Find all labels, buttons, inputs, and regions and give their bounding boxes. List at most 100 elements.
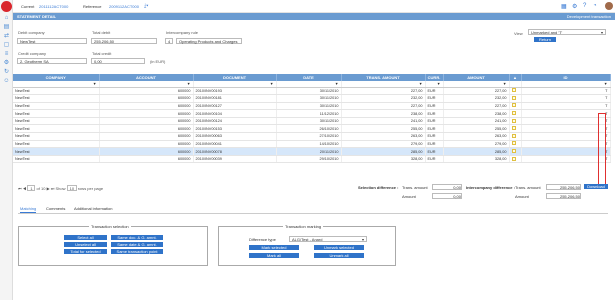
- transaction-marking-title: Transaction marking: [283, 224, 324, 229]
- reference-ref-link[interactable]: 2009112ACT000: [109, 4, 139, 9]
- rows-per-page-label: rows per page: [77, 186, 104, 191]
- row-checkbox[interactable]: [509, 94, 522, 103]
- col-account[interactable]: ACCOUNT: [99, 74, 194, 81]
- col-sort[interactable]: ▲: [509, 74, 522, 81]
- refresh-icon[interactable]: ↻: [3, 69, 10, 75]
- checkbox[interactable]: [511, 141, 516, 146]
- row-checkbox[interactable]: [509, 132, 522, 141]
- row-checkbox[interactable]: [509, 102, 522, 111]
- row-checkbox[interactable]: [509, 147, 522, 156]
- table-row[interactable]: NewTest 600000 2010/INV00039 29/10/2010 328,…: [13, 155, 611, 164]
- checkbox[interactable]: [511, 118, 516, 123]
- table-row[interactable]: NewTest 600000 2010/INV00041 14/10/2010 279,…: [13, 140, 611, 149]
- cell-amount: 255,00: [443, 124, 510, 134]
- tab-comments[interactable]: Comments: [46, 205, 65, 213]
- ic-trans-amount-label: Trans. amount: [515, 185, 541, 190]
- list-icon[interactable]: ≡: [3, 51, 10, 57]
- cell-date: 14/10/2010: [276, 140, 342, 149]
- col-document[interactable]: DOCUMENT: [193, 74, 277, 81]
- cell-account: 600000: [99, 117, 194, 126]
- table-row[interactable]: NewTest 600000 2010/INV00078 20/11/2010 285,…: [13, 147, 611, 156]
- total-for-selected-button[interactable]: Total for selected: [64, 249, 107, 254]
- tab-additional-information[interactable]: Additional information: [74, 205, 112, 213]
- rows-per-page-select[interactable]: 10: [66, 185, 77, 191]
- document-icon[interactable]: ▤: [3, 24, 10, 30]
- table-row[interactable]: NewTest 600000 2010/INV00181 30/11/2010 232,…: [13, 94, 611, 103]
- row-checkbox[interactable]: [509, 117, 522, 126]
- cell-account: 600000: [99, 87, 194, 96]
- user-icon[interactable]: ☺: [3, 78, 10, 84]
- checkbox[interactable]: [511, 156, 516, 161]
- col-trans-amount[interactable]: TRANS. AMOUNT: [341, 74, 426, 81]
- col-id[interactable]: ID: [521, 74, 611, 81]
- checkbox[interactable]: [511, 95, 516, 100]
- cell-amount: 227,00: [443, 87, 510, 96]
- cell-amount: 285,00: [443, 147, 510, 156]
- checkbox[interactable]: [511, 111, 516, 116]
- same-transaction-point-button[interactable]: Same transaction point: [111, 249, 163, 254]
- notification-icon[interactable]: ◔: [593, 3, 597, 9]
- row-checkbox[interactable]: [509, 109, 522, 118]
- settings-icon[interactable]: ⚙: [3, 60, 10, 66]
- checkbox[interactable]: [511, 126, 516, 131]
- unselect-all-button[interactable]: Unselect all: [64, 242, 107, 247]
- download-button[interactable]: Download: [584, 184, 608, 189]
- settings-icon[interactable]: ⚙: [572, 3, 577, 10]
- unmark-selected-button[interactable]: Unmark selected: [314, 245, 364, 250]
- return-button[interactable]: Return: [534, 37, 556, 42]
- difference-type-select[interactable]: ALG/Test - Anard ▾: [289, 236, 367, 242]
- select-all-button[interactable]: Select all: [64, 235, 107, 240]
- mark-selected-button[interactable]: Mark selected: [249, 245, 299, 250]
- col-company[interactable]: COMPANY: [13, 74, 100, 81]
- checkbox[interactable]: [511, 149, 516, 154]
- table-row[interactable]: NewTest 600000 2010/INV00104 11/12/2010 238,…: [13, 109, 611, 118]
- table-row[interactable]: NewTest 600000 2010/INV00193 30/11/2010 227,…: [13, 87, 611, 96]
- same-doc-button[interactable]: Same doc. & G. amnt.: [111, 235, 163, 240]
- current-label: Current: [21, 4, 35, 9]
- row-checkbox[interactable]: [509, 140, 522, 149]
- top-bar: Current 2011112ACT000 Reference 2009112A…: [13, 0, 615, 13]
- grid-icon[interactable]: ▦: [561, 3, 567, 10]
- page-input[interactable]: 1: [27, 185, 36, 191]
- col-curr[interactable]: CURR.: [425, 74, 444, 81]
- current-ref-link[interactable]: 2011112ACT000: [39, 4, 68, 9]
- checkbox[interactable]: [511, 133, 516, 138]
- view-select[interactable]: Unmarked and 'T' ▾: [528, 29, 606, 35]
- col-date[interactable]: DATE: [276, 74, 342, 81]
- table-row[interactable]: NewTest 600000 2010/INV00063 27/10/2010 263,…: [13, 132, 611, 141]
- mark-all-button[interactable]: Mark all: [249, 253, 299, 258]
- tabs-divider: [18, 213, 608, 214]
- home-icon[interactable]: ⌂: [3, 15, 10, 21]
- cell-company: NewTest: [13, 94, 100, 103]
- table-row[interactable]: NewTest 600000 2010/INV00124 30/11/2010 241,…: [13, 117, 611, 126]
- download-icon[interactable]: ⤓▾: [144, 3, 148, 9]
- col-amount[interactable]: AMOUNT: [443, 74, 510, 81]
- difference-type-value: ALG/Test - Anard: [292, 237, 323, 242]
- cell-document: 2010/INV00124: [193, 117, 277, 126]
- ic-trans-amount-value: 255.206,50: [546, 184, 581, 190]
- file-icon[interactable]: ▢: [3, 42, 10, 48]
- first-page-icon[interactable]: ⏮ ◀: [18, 186, 26, 191]
- checkbox[interactable]: [511, 88, 516, 93]
- row-checkbox[interactable]: [509, 124, 522, 134]
- cell-account: 600000: [99, 124, 194, 134]
- avatar[interactable]: [605, 2, 613, 10]
- same-date-button[interactable]: Same date & G. amnt.: [111, 242, 163, 247]
- table-row[interactable]: NewTest 600000 2010/INV00127 30/11/2010 227,…: [13, 102, 611, 111]
- checkbox[interactable]: [511, 103, 516, 108]
- next-page-icon[interactable]: ▶ ⏭: [47, 186, 55, 191]
- tab-matching[interactable]: Matching: [20, 205, 37, 213]
- row-checkbox[interactable]: [509, 155, 522, 164]
- help-icon[interactable]: ?: [583, 3, 586, 9]
- cell-trans: 232,00: [341, 94, 426, 103]
- table-row[interactable]: NewTest 600000 2010/INV00153 26/10/2010 255,…: [13, 124, 611, 134]
- credit-company-field: 2. Geotherm SA: [17, 58, 87, 64]
- unmark-all-button[interactable]: Unmark all: [314, 253, 364, 258]
- total-credit-label: Total credit: [92, 51, 112, 56]
- cell-curr: EUR: [425, 102, 444, 111]
- row-checkbox[interactable]: [509, 87, 522, 96]
- transactions-table: COMPANY ACCOUNT DOCUMENT DATE TRANS. AMO…: [13, 74, 611, 164]
- cell-id: T: [521, 94, 611, 103]
- transfer-icon[interactable]: ⇄: [3, 33, 10, 39]
- credit-company-label: Credit company: [18, 51, 47, 56]
